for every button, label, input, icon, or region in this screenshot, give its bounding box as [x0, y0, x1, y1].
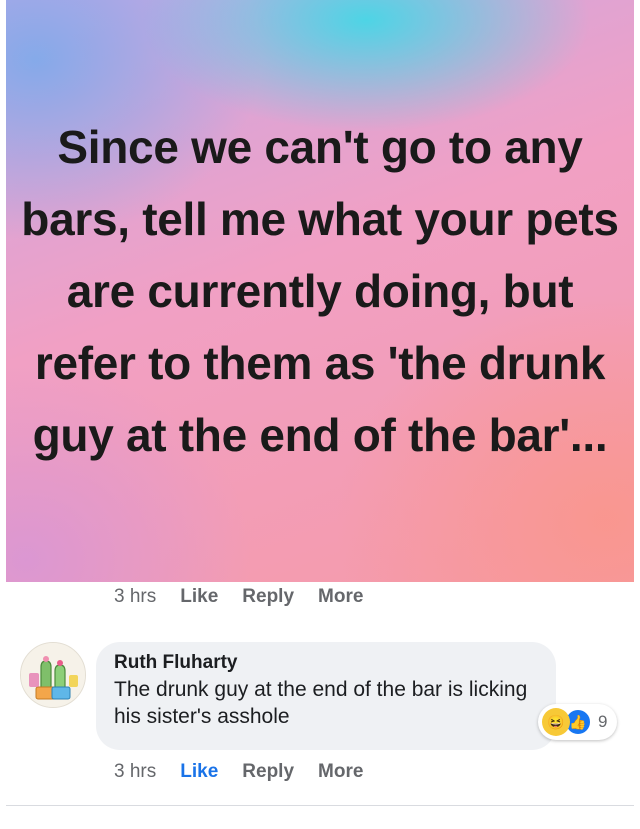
comment-author[interactable]: Ruth Fluharty — [114, 652, 538, 674]
comment-actions: 3 hrs Like Reply More — [114, 761, 363, 783]
avatar-cactus-icon — [21, 643, 85, 707]
avatar[interactable] — [20, 642, 86, 708]
haha-icon: 😆 — [542, 708, 570, 736]
comment-like-button[interactable]: Like — [180, 761, 218, 783]
post-actions: 3 hrs Like Reply More — [114, 586, 363, 608]
post-like-button[interactable]: Like — [180, 586, 218, 608]
post-more-button[interactable]: More — [318, 586, 363, 608]
post-text: Since we can't go to any bars, tell me w… — [21, 121, 619, 461]
post-timestamp[interactable]: 3 hrs — [114, 586, 156, 608]
comment-bubble: Ruth Fluharty The drunk guy at the end o… — [96, 642, 556, 750]
reaction-summary[interactable]: 😆 👍 9 — [538, 704, 618, 740]
post-background-card: Since we can't go to any bars, tell me w… — [6, 0, 634, 582]
comment-text: The drunk guy at the end of the bar is l… — [114, 678, 528, 728]
reaction-count: 9 — [598, 712, 608, 731]
comment-reply-button[interactable]: Reply — [242, 761, 294, 783]
comment-timestamp[interactable]: 3 hrs — [114, 761, 156, 783]
comment-more-button[interactable]: More — [318, 761, 363, 783]
post-reply-button[interactable]: Reply — [242, 586, 294, 608]
divider — [6, 805, 634, 806]
